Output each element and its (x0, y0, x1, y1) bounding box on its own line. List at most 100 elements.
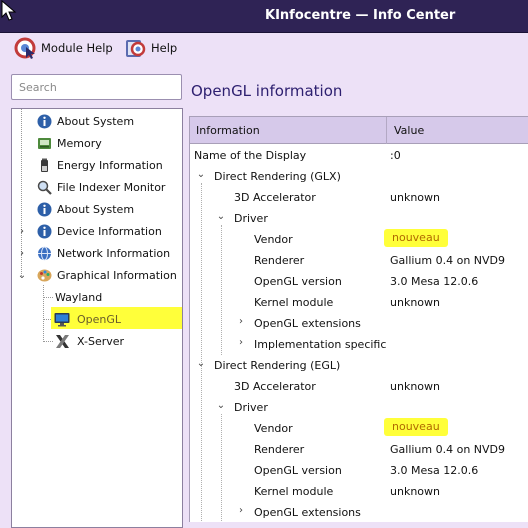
chevron-right-icon[interactable]: › (236, 505, 246, 516)
row-value: Gallium 0.4 on NVD9 (390, 443, 506, 456)
x-server-icon (54, 333, 70, 349)
table-row[interactable]: Renderer Gallium 0.4 on NVD9 (190, 250, 528, 271)
help-label: Help (151, 41, 178, 55)
sidebar-item-about-system-2[interactable]: About System (12, 198, 182, 220)
row-value-highlighted: nouveau (384, 418, 448, 436)
table-row[interactable]: › OpenGL extensions (190, 502, 528, 522)
row-value: unknown (390, 380, 440, 393)
row-key: 3D Accelerator (234, 191, 316, 204)
module-help-label: Module Help (41, 41, 113, 55)
info-table[interactable]: Information Value Name of the Display :0… (189, 116, 528, 522)
row-value: unknown (390, 191, 440, 204)
window-titlebar[interactable]: KInfocentre — Info Center (0, 0, 528, 33)
magnifier-icon (36, 179, 52, 195)
row-value: :0 (390, 149, 401, 162)
sidebar-item-about-system[interactable]: About System (12, 110, 182, 132)
table-row[interactable]: Vendor nouveau (190, 418, 528, 439)
sidebar-item-x-server[interactable]: X-Server (12, 330, 182, 352)
table-row[interactable]: › OpenGL extensions (190, 313, 528, 334)
info-icon (36, 223, 52, 239)
table-row[interactable]: ⌄ Driver (190, 397, 528, 418)
monitor-icon (54, 311, 70, 327)
module-tree[interactable]: About System Memory Energy Information F… (11, 108, 183, 528)
table-header: Information Value (190, 117, 528, 144)
row-key: OpenGL extensions (254, 317, 361, 330)
row-key: Kernel module (254, 485, 334, 498)
sidebar-item-label: File Indexer Monitor (57, 180, 166, 194)
sidebar-item-label: Wayland (55, 290, 103, 304)
table-row[interactable]: ⌄ Driver (190, 208, 528, 229)
chevron-down-icon[interactable]: ⌄ (216, 211, 226, 222)
chevron-down-icon[interactable]: ⌄ (196, 169, 206, 180)
sidebar-item-label: Energy Information (57, 158, 163, 172)
table-row[interactable]: Kernel module unknown (190, 292, 528, 313)
network-globe-icon (36, 245, 52, 261)
table-row[interactable]: 3D Accelerator unknown (190, 376, 528, 397)
sidebar-item-device-information[interactable]: › Device Information (12, 220, 182, 242)
row-key: Driver (234, 212, 268, 225)
row-key: Renderer (254, 254, 305, 267)
row-value: 3.0 Mesa 12.0.6 (390, 275, 479, 288)
row-key: OpenGL version (254, 275, 342, 288)
row-key: Implementation specific (254, 338, 387, 351)
battery-icon (36, 157, 52, 173)
sidebar-item-label: About System (57, 114, 135, 128)
chevron-right-icon[interactable]: › (17, 226, 27, 237)
table-row[interactable]: ⌄ Direct Rendering (EGL) (190, 355, 528, 376)
sidebar-item-label: Device Information (57, 224, 162, 238)
palette-icon (36, 267, 52, 283)
chevron-down-icon[interactable]: ⌄ (196, 358, 206, 369)
chevron-right-icon[interactable]: › (236, 337, 246, 348)
chevron-right-icon[interactable]: › (236, 316, 246, 327)
table-row[interactable]: › Implementation specific (190, 334, 528, 355)
row-value: unknown (390, 485, 440, 498)
row-value: 3.0 Mesa 12.0.6 (390, 464, 479, 477)
info-icon (36, 201, 52, 217)
row-value-highlighted: nouveau (384, 229, 448, 247)
help-button[interactable]: Help (124, 37, 177, 59)
sidebar-item-opengl[interactable]: OpenGL (12, 308, 182, 330)
table-row[interactable]: 3D Accelerator unknown (190, 187, 528, 208)
search-input[interactable] (11, 74, 182, 100)
row-key: Direct Rendering (EGL) (214, 359, 341, 372)
chevron-down-icon[interactable]: ⌄ (216, 400, 226, 411)
sidebar-item-file-indexer-monitor[interactable]: File Indexer Monitor (12, 176, 182, 198)
help-icon (126, 40, 146, 57)
table-row[interactable]: Renderer Gallium 0.4 on NVD9 (190, 439, 528, 460)
row-key: Vendor (254, 233, 293, 246)
table-row[interactable]: ⌄ Direct Rendering (GLX) (190, 166, 528, 187)
row-key: Renderer (254, 443, 305, 456)
row-key: OpenGL extensions (254, 506, 361, 519)
row-key: OpenGL version (254, 464, 342, 477)
sidebar-item-label: Memory (57, 136, 102, 150)
row-key: Vendor (254, 422, 293, 435)
chevron-down-icon[interactable]: ⌄ (17, 270, 27, 281)
row-key: Kernel module (254, 296, 334, 309)
sidebar-item-energy-information[interactable]: Energy Information (12, 154, 182, 176)
sidebar-item-network-information[interactable]: › Network Information (12, 242, 182, 264)
mouse-cursor-icon (1, 0, 17, 21)
page-title: OpenGL information (191, 82, 343, 100)
sidebar-item-memory[interactable]: Memory (12, 132, 182, 154)
sidebar-item-wayland[interactable]: Wayland (12, 286, 182, 308)
sidebar-item-label: X-Server (77, 334, 125, 348)
chevron-right-icon[interactable]: › (17, 248, 27, 259)
info-icon (36, 113, 52, 129)
row-value: Gallium 0.4 on NVD9 (390, 254, 506, 267)
table-row[interactable]: OpenGL version 3.0 Mesa 12.0.6 (190, 271, 528, 292)
memory-icon (36, 135, 52, 151)
table-row[interactable]: Name of the Display :0 (190, 145, 528, 166)
sidebar-item-label: Network Information (57, 246, 171, 260)
table-row[interactable]: Kernel module unknown (190, 481, 528, 502)
column-header-value[interactable]: Value (394, 124, 424, 137)
module-help-icon (14, 37, 36, 59)
table-row[interactable]: Vendor nouveau (190, 229, 528, 250)
row-key: Name of the Display (194, 149, 307, 162)
window-title: KInfocentre — Info Center (265, 8, 456, 23)
table-row[interactable]: OpenGL version 3.0 Mesa 12.0.6 (190, 460, 528, 481)
row-key: Driver (234, 401, 268, 414)
module-help-button[interactable]: Module Help (14, 37, 113, 59)
row-key: Direct Rendering (GLX) (214, 170, 341, 183)
sidebar-item-graphical-information[interactable]: ⌄ Graphical Information (12, 264, 182, 286)
column-header-information[interactable]: Information (196, 124, 260, 137)
